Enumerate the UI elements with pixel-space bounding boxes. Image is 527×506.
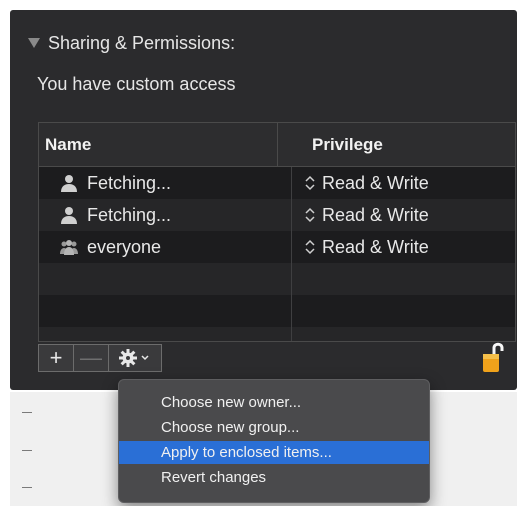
action-context-menu: Choose new owner... Choose new group... …: [118, 379, 430, 503]
gear-icon: [119, 349, 149, 367]
remove-user-button[interactable]: —: [74, 344, 109, 372]
action-menu-button[interactable]: [109, 344, 162, 372]
empty-cell: [292, 295, 304, 327]
chevron-down-icon: [141, 355, 149, 361]
menu-item-apply-enclosed[interactable]: Apply to enclosed items...: [119, 441, 429, 464]
privilege-popup[interactable]: Read & Write: [292, 167, 429, 199]
up-down-chevron-icon: [305, 175, 315, 191]
disclosure-triangle-icon[interactable]: [28, 38, 40, 48]
access-status-text: You have custom access: [37, 74, 236, 94]
empty-cell: [292, 327, 304, 341]
sharing-permissions-header[interactable]: Sharing & Permissions:: [28, 28, 235, 58]
ruler-tick: [22, 450, 32, 451]
name-column-header[interactable]: Name: [39, 123, 278, 166]
menu-item-choose-group[interactable]: Choose new group...: [119, 416, 429, 439]
ruler-tick: [22, 487, 32, 488]
user-cell: everyone: [39, 231, 292, 263]
user-icon: [61, 175, 77, 192]
group-icon: [60, 240, 78, 255]
section-title: Sharing & Permissions:: [48, 32, 236, 53]
table-header-row: Name Privilege: [39, 123, 515, 167]
up-down-chevron-icon: [305, 239, 315, 255]
unlocked-padlock-icon[interactable]: [481, 340, 505, 374]
user-cell: Fetching...: [39, 167, 292, 199]
user-name: Fetching...: [87, 204, 172, 225]
user-cell: Fetching...: [39, 199, 292, 231]
privilege-value: Read & Write: [322, 204, 429, 225]
permissions-table: Name Privilege Fetching... Read & Write: [38, 122, 516, 342]
permissions-toolbar: + —: [38, 344, 162, 372]
empty-table-row: [39, 295, 515, 327]
empty-cell: [292, 263, 304, 295]
privilege-value: Read & Write: [322, 172, 429, 193]
table-row[interactable]: Fetching... Read & Write: [39, 167, 515, 199]
menu-item-revert-changes[interactable]: Revert changes: [119, 466, 429, 489]
user-name: everyone: [87, 236, 162, 257]
empty-cell: [39, 327, 292, 341]
user-icon: [61, 207, 77, 224]
empty-cell: [39, 295, 292, 327]
privilege-value: Read & Write: [322, 236, 429, 257]
privilege-column-header[interactable]: Privilege: [278, 123, 383, 166]
sharing-permissions-panel: Sharing & Permissions: You have custom a…: [10, 10, 517, 390]
empty-cell: [39, 263, 292, 295]
table-row[interactable]: Fetching... Read & Write: [39, 199, 515, 231]
user-name: Fetching...: [87, 172, 172, 193]
privilege-popup[interactable]: Read & Write: [292, 231, 429, 263]
up-down-chevron-icon: [305, 207, 315, 223]
add-user-button[interactable]: +: [38, 344, 74, 372]
empty-table-row: [39, 327, 515, 341]
table-row[interactable]: everyone Read & Write: [39, 231, 515, 263]
menu-item-choose-owner[interactable]: Choose new owner...: [119, 391, 429, 414]
privilege-popup[interactable]: Read & Write: [292, 199, 429, 231]
empty-table-row: [39, 263, 515, 295]
ruler-tick: [22, 412, 32, 413]
